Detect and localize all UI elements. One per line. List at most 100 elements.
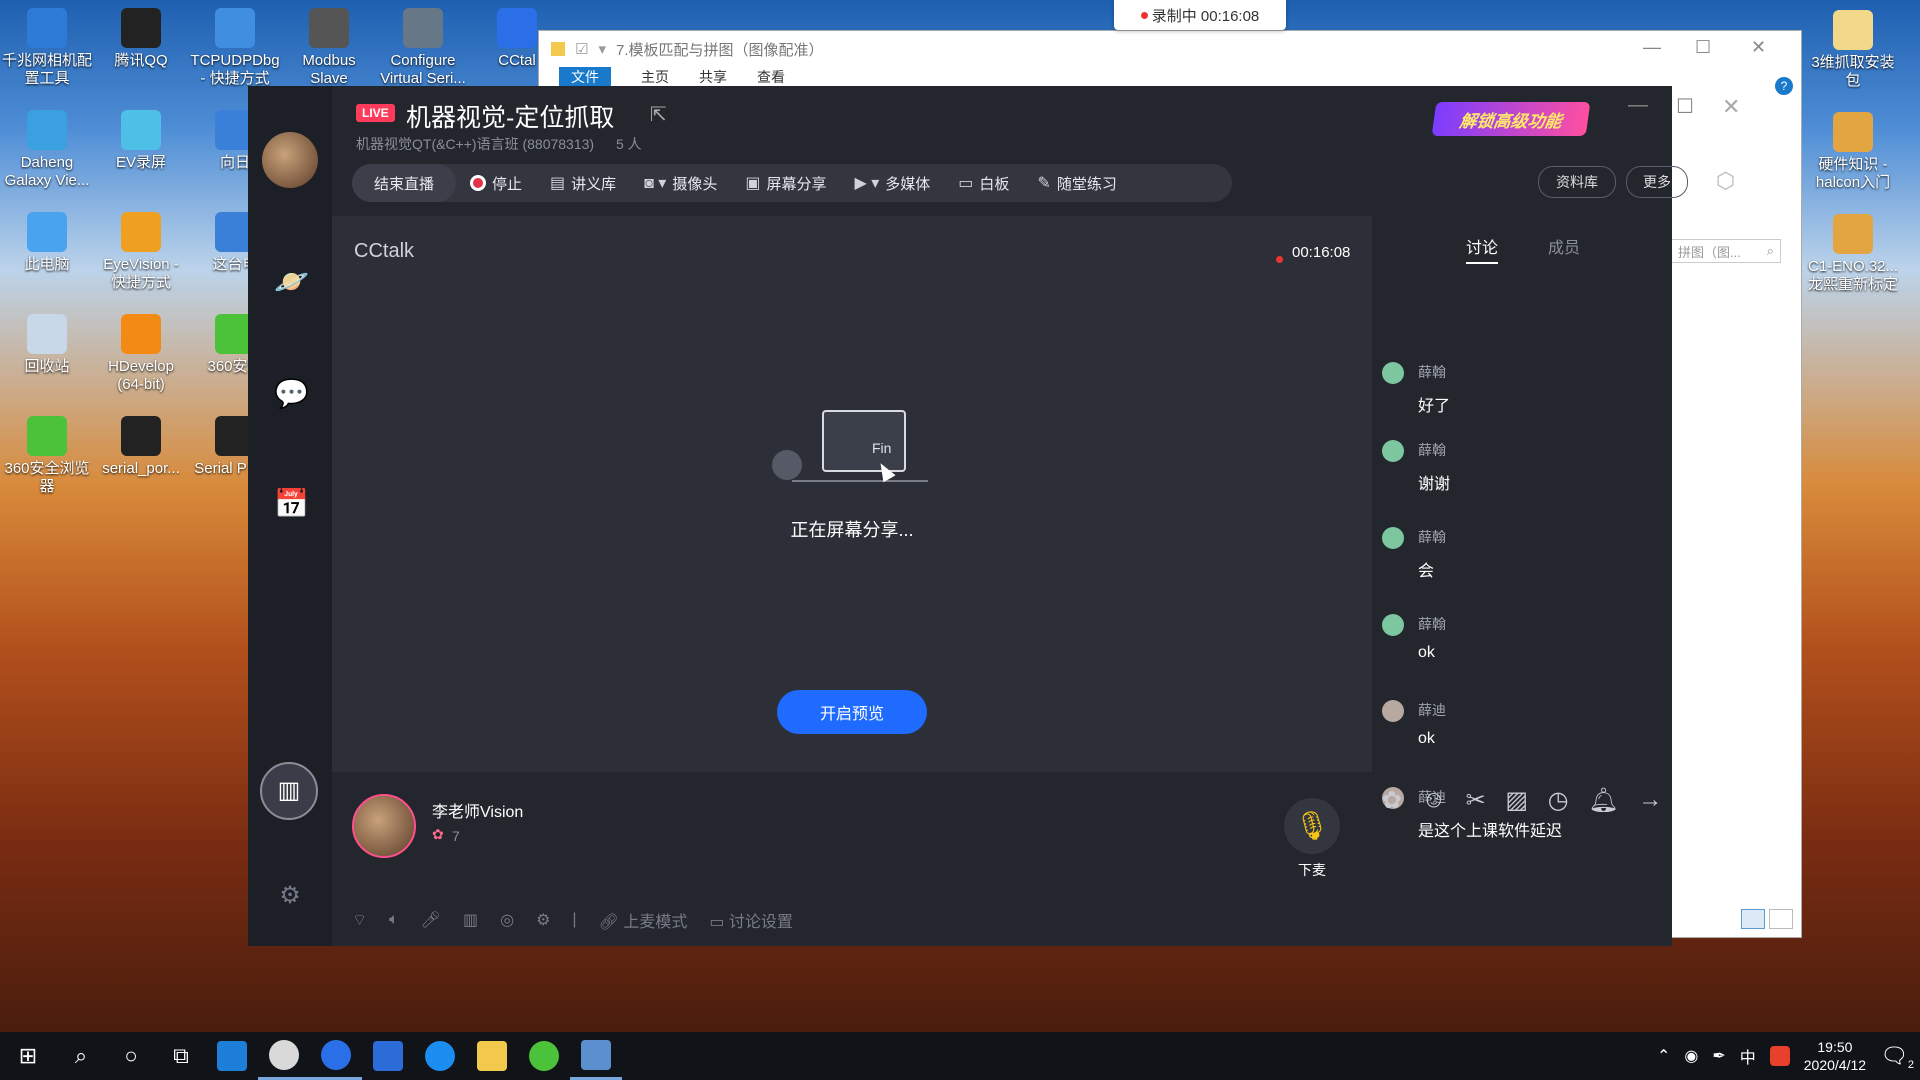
maximize-icon[interactable]: ☐	[1676, 94, 1694, 119]
wifi-icon[interactable]: ⌔	[352, 910, 367, 930]
hex-settings-icon[interactable]: ⬡	[1716, 168, 1735, 194]
notification-icon[interactable]: 🗨︎ 2	[1880, 1043, 1914, 1071]
camera-label: 摄像头	[672, 175, 718, 193]
chat-avatar[interactable]	[1382, 700, 1404, 722]
start-preview-button[interactable]: 开启预览	[777, 690, 927, 734]
multimedia-button[interactable]: ▶ ▾ 多媒体	[840, 164, 944, 202]
desktop-icon[interactable]: EV录屏	[94, 110, 188, 172]
chat-avatar[interactable]	[1382, 527, 1404, 549]
practice-button[interactable]: ✎ 随堂练习	[1023, 164, 1130, 202]
file-explorer-icon[interactable]	[466, 1032, 518, 1080]
desktop-icon-label: Daheng Galaxy Vie...	[4, 154, 90, 189]
desktop-icon[interactable]: 360安全浏览器	[0, 416, 94, 496]
whiteboard-button[interactable]: ▭ 白板	[944, 164, 1023, 202]
desktop-icon[interactable]: Daheng Galaxy Vie...	[0, 110, 94, 190]
search-icon[interactable]: ⌕	[56, 1032, 106, 1080]
tab-discussion[interactable]: 讨论	[1466, 234, 1499, 264]
more-button[interactable]: 更多	[1626, 166, 1688, 198]
bell-icon[interactable]: 🔔︎	[1588, 786, 1618, 815]
mic-mode-button[interactable]: 🔗︎ 上麦模式	[599, 908, 688, 932]
checkbox-icon: ☑	[575, 41, 589, 58]
arrow-right-icon[interactable]: →	[1638, 786, 1662, 814]
live-dot-icon	[1276, 250, 1283, 268]
explorer-search-input[interactable]: 拼图（图... ⌕	[1671, 239, 1781, 263]
desktop-icon[interactable]: 腾讯QQ	[94, 8, 188, 70]
external-link-icon[interactable]: ⇱	[650, 102, 667, 127]
leave-mic-label[interactable]: 下麦	[1298, 860, 1326, 880]
chat-avatar[interactable]	[1382, 614, 1404, 636]
desktop-icon[interactable]: 3维抓取安装包	[1806, 10, 1900, 90]
pen-icon[interactable]: ✒	[1712, 1046, 1725, 1066]
minimize-icon[interactable]: —	[1628, 94, 1648, 117]
stop-label: 停止	[492, 175, 523, 193]
desktop-icon[interactable]: TCPUDPDbg - 快捷方式	[188, 8, 282, 88]
chat-avatar[interactable]	[1382, 362, 1404, 384]
desktop-icon[interactable]: Configure Virtual Seri...	[376, 8, 470, 88]
folder-icon	[551, 42, 565, 56]
end-live-button[interactable]: 结束直播	[352, 164, 457, 202]
emoji-icon[interactable]: ☺	[1422, 786, 1447, 814]
close-icon[interactable]: ✕	[1722, 94, 1740, 120]
ime-indicator[interactable]: 中	[1740, 1044, 1756, 1068]
cctalk-taskbar-icon[interactable]	[310, 1032, 362, 1080]
app-globe-icon[interactable]	[258, 1032, 310, 1080]
cortana-icon[interactable]: ○	[106, 1032, 156, 1080]
calendar-check-icon[interactable]: 📅	[274, 488, 309, 520]
details-view-icon[interactable]	[1741, 909, 1765, 929]
camera-button[interactable]: ◙ ▾ 摄像头	[630, 164, 731, 202]
equalizer-icon[interactable]: ▥	[463, 910, 478, 930]
windows-start-icon[interactable]: ⊞	[0, 1032, 56, 1080]
audio-levels-icon[interactable]: ▥	[260, 762, 318, 820]
edge-icon[interactable]	[206, 1032, 258, 1080]
desktop-icon[interactable]: 千兆网相机配置工具	[0, 8, 94, 88]
sogou-icon[interactable]	[1769, 1046, 1790, 1066]
recording-text: 录制中 00:16:08	[1151, 7, 1260, 25]
lecture-library-button[interactable]: ▤ 讲义库	[536, 164, 630, 202]
qq-tray-icon[interactable]: ◉	[1684, 1046, 1698, 1066]
recording-banner[interactable]: 录制中 00:16:08	[1114, 0, 1286, 30]
speaker-icon[interactable]: 🔈︎	[389, 911, 399, 929]
teamviewer-icon[interactable]	[414, 1032, 466, 1080]
flower-icon[interactable]: ✿	[1382, 786, 1402, 815]
desktop-icon[interactable]: C1-ENO.32... 龙熙重新标定	[1806, 214, 1900, 294]
unlock-premium-button[interactable]: 解锁高级功能	[1431, 102, 1591, 136]
chat-avatar[interactable]	[1382, 440, 1404, 462]
chat-bubble-icon[interactable]: 💬	[274, 378, 309, 410]
tab-members[interactable]: 成员	[1548, 234, 1580, 264]
desktop-icon[interactable]: Modbus Slave	[282, 8, 376, 88]
chevron-up-icon[interactable]: ⌃	[1657, 1046, 1670, 1066]
browser-360-icon[interactable]	[518, 1032, 570, 1080]
scissors-icon[interactable]: ✂	[1466, 786, 1486, 815]
image-icon[interactable]: ▨	[1505, 786, 1528, 815]
desktop-icon[interactable]: HDevelop (64-bit)	[94, 314, 188, 394]
teacher-avatar[interactable]	[352, 794, 416, 858]
planet-icon[interactable]: 🪐	[274, 266, 309, 298]
desktop-icon[interactable]: serial_por...	[94, 416, 188, 478]
help-icon[interactable]: ?	[1775, 77, 1793, 95]
settings-gear-icon[interactable]: ⚙	[274, 880, 306, 912]
screen-share-button[interactable]: ▣ 屏幕分享	[731, 164, 840, 202]
clock-icon[interactable]: ◷	[1548, 786, 1569, 815]
chat-sender: 薛翰	[1418, 364, 1446, 380]
gear-icon[interactable]: ⚙	[536, 910, 550, 930]
chat-text: ok	[1418, 644, 1435, 661]
clock[interactable]: 19:50 2020/4/12	[1804, 1038, 1866, 1074]
minimize-icon[interactable]: —	[1643, 37, 1661, 58]
desktop-icon[interactable]: 此电脑	[0, 212, 94, 274]
mic-icon[interactable]: 🎙︎	[1284, 798, 1340, 854]
large-icons-view-icon[interactable]	[1769, 909, 1793, 929]
discussion-settings-button[interactable]: ▭ 讨论设置	[709, 908, 793, 932]
desktop-icon[interactable]: EyeVision - 快捷方式	[94, 212, 188, 292]
microphone-icon[interactable]: 🎤︎	[421, 910, 441, 930]
maximize-icon[interactable]: ☐	[1695, 37, 1711, 58]
beauty-filter-icon[interactable]: ◎	[500, 910, 514, 930]
task-view-icon[interactable]: ⧉	[156, 1032, 206, 1080]
library-button[interactable]: 资料库	[1538, 166, 1616, 198]
wps-writer-icon[interactable]	[362, 1032, 414, 1080]
desktop-icon[interactable]: 回收站	[0, 314, 94, 376]
stop-button[interactable]: 停止	[456, 164, 536, 202]
archive-icon[interactable]	[570, 1032, 622, 1080]
close-icon[interactable]: ✕	[1751, 37, 1766, 58]
desktop-icon[interactable]: 硬件知识 -halcon入门	[1806, 112, 1900, 192]
avatar[interactable]	[262, 132, 318, 188]
